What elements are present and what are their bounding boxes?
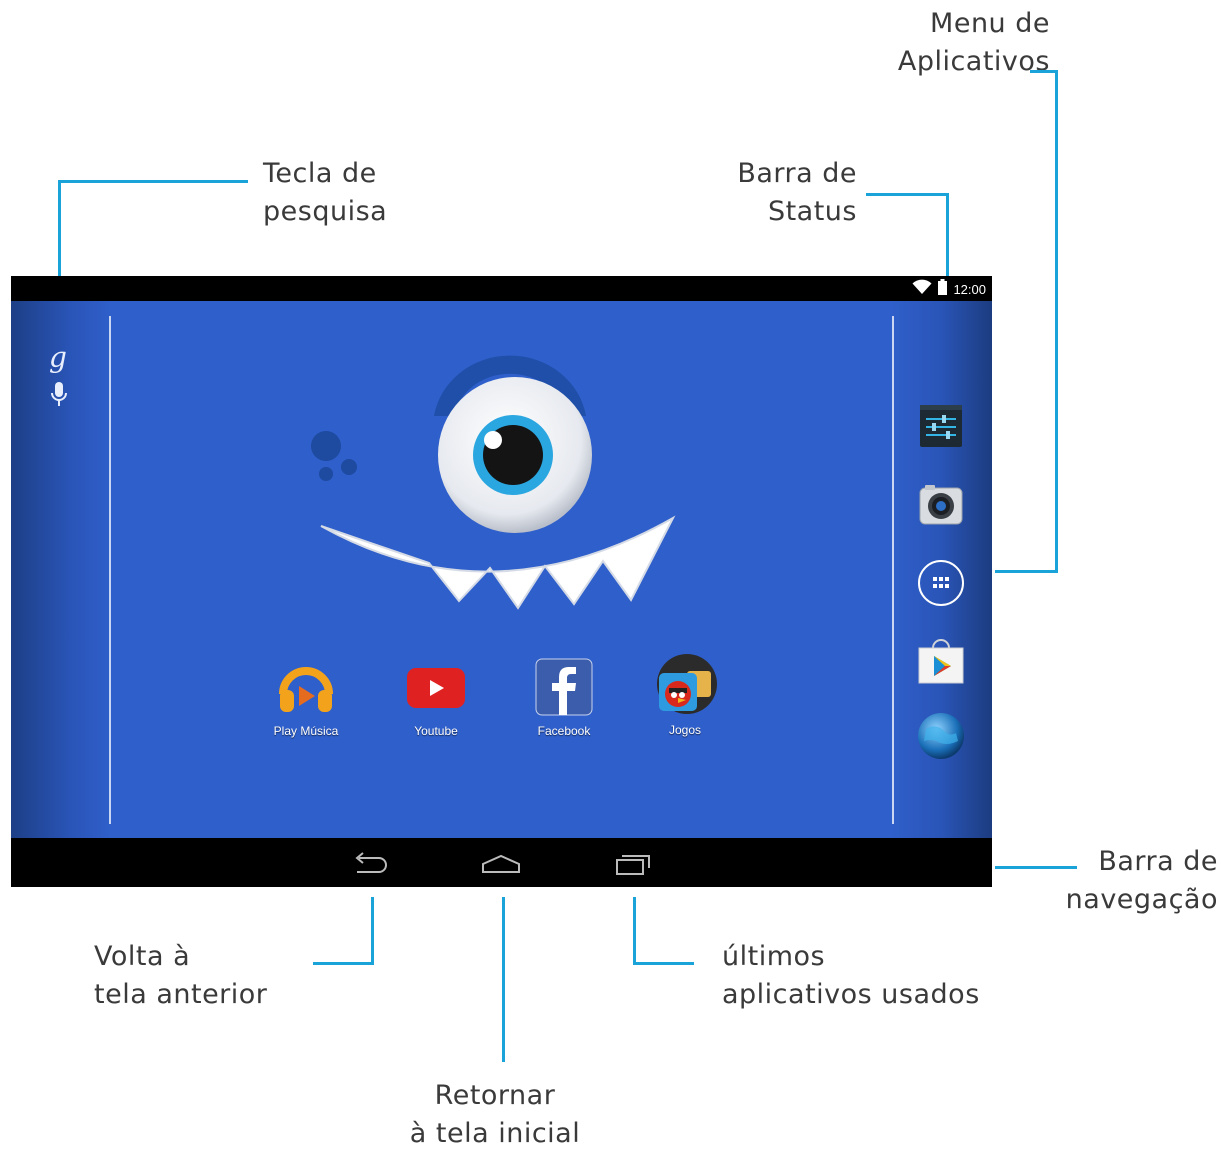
app-jogos[interactable]: Jogos: [640, 653, 730, 737]
status-icons: 12:00: [912, 279, 986, 299]
leader-recent-v: [633, 897, 636, 965]
app-youtube[interactable]: Youtube: [391, 656, 481, 738]
voice-search-icon[interactable]: [51, 381, 67, 413]
callout-nav-bar: Barra de navegação: [1065, 846, 1218, 915]
leader-app-menu-h2: [995, 570, 1058, 573]
wifi-icon: [912, 279, 932, 299]
browser-globe-icon[interactable]: [916, 711, 966, 761]
leader-navbar-h: [995, 866, 1077, 869]
leader-app-menu-h: [1030, 70, 1058, 73]
leader-home-v: [502, 897, 505, 1062]
youtube-icon: [405, 668, 467, 722]
back-button[interactable]: [347, 848, 391, 878]
leader-recent-h: [633, 962, 694, 965]
app-label: Facebook: [537, 724, 591, 738]
callout-status-bar: Barra de Status: [737, 158, 857, 227]
leader-back-h: [313, 962, 374, 965]
app-drawer-icon[interactable]: [916, 558, 966, 608]
leader-search-h: [58, 180, 248, 183]
home-button[interactable]: [479, 848, 523, 878]
leader-back-v: [371, 897, 374, 965]
right-divider: [892, 316, 894, 824]
app-facebook[interactable]: Facebook: [519, 656, 609, 738]
home-screen-wallpaper: g Play Música Youtube Facebook Jogos: [11, 301, 992, 838]
monster-artwork: [311, 355, 676, 610]
status-bar[interactable]: 12:00: [11, 276, 992, 301]
leader-app-menu-v: [1055, 70, 1058, 573]
battery-icon: [938, 279, 948, 299]
play-store-icon[interactable]: [916, 636, 966, 686]
navigation-bar: [11, 838, 992, 887]
leader-search-v: [58, 180, 61, 276]
callout-home: Retornar à tela inicial: [409, 1080, 581, 1149]
angry-birds-icon: [653, 654, 717, 721]
app-label: Jogos: [668, 723, 702, 737]
app-play-musica[interactable]: Play Música: [261, 656, 351, 738]
leader-status-h: [866, 193, 949, 196]
status-clock: 12:00: [953, 281, 986, 297]
tablet-screen: 12:00 g Play Música Youtube Facebook Jog…: [11, 276, 992, 887]
callout-recent: últimos aplicativos usados: [722, 941, 980, 1010]
left-divider: [109, 316, 111, 824]
callout-app-menu: Menu de Aplicativos: [897, 8, 1050, 77]
leader-status-v: [946, 193, 949, 276]
google-search-icon[interactable]: g: [49, 341, 67, 374]
app-label: Youtube: [414, 724, 458, 738]
camera-icon[interactable]: [916, 481, 966, 531]
app-label: Play Música: [273, 724, 339, 738]
settings-icon[interactable]: [916, 401, 966, 451]
callout-back: Volta à tela anterior: [94, 941, 268, 1010]
callout-search-key: Tecla de pesquisa: [263, 158, 388, 227]
recent-apps-button[interactable]: [611, 848, 655, 878]
headphones-icon: [275, 667, 337, 722]
facebook-icon: [533, 658, 595, 722]
